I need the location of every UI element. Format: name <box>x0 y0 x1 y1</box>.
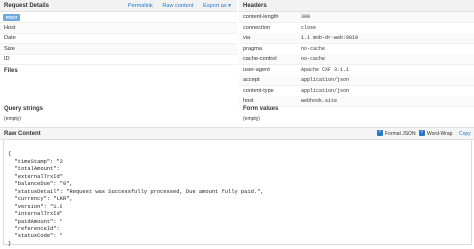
raw-content-title: Raw Content <box>4 131 41 137</box>
header-name: connection <box>243 24 271 31</box>
code-line: "currency": "LKR", <box>8 196 73 203</box>
header-value: application/json <box>301 87 350 94</box>
word-wrap-checkbox[interactable] <box>419 129 425 136</box>
id-label: ID <box>4 56 10 62</box>
form-values-title: Form values <box>243 106 279 112</box>
method-row: POST <box>0 12 237 23</box>
header-row: user-agent Apache CXF 3.1.1 <box>239 65 474 76</box>
header-row: connection close <box>239 23 474 34</box>
header-name: cache-control <box>243 56 277 62</box>
code-line: "balanceDue": "0", <box>8 181 73 188</box>
host-label: Host <box>4 24 16 31</box>
header-value: 309 <box>301 14 311 20</box>
form-values-value: (empty) <box>243 116 260 122</box>
code-line: "statusDetail": "Request was Successfull… <box>8 188 264 195</box>
header-value: webhook.site <box>301 98 338 104</box>
redaction-mask <box>62 203 134 243</box>
format-json-checkbox[interactable] <box>377 129 383 136</box>
header-name: pragma <box>243 45 262 52</box>
request-links: Permalink Raw content Export as ▾ <box>120 3 231 9</box>
code-line: "internalTrxId" <box>8 211 63 218</box>
code-line: "statusCode": " <box>8 233 63 240</box>
host-row: Host <box>0 22 237 34</box>
code-line: "version": "1.0", <box>8 203 70 210</box>
header-row: pragma no-cache <box>239 44 474 55</box>
header-name: content-length <box>243 14 279 20</box>
header-row: via 1.1 mob-dr-web:9010 <box>239 33 474 44</box>
headers-title: Headers <box>243 3 267 9</box>
raw-content-box: { "timeStamp": "2 "totalAmount": "extern… <box>3 139 472 248</box>
date-label: Date <box>4 35 16 41</box>
copy-link[interactable]: Copy <box>459 131 471 137</box>
header-value: no-cache <box>301 45 326 52</box>
raw-content-link[interactable]: Raw content <box>162 3 193 9</box>
code-line: "timeStamp": "2 <box>8 158 63 165</box>
size-row: Size <box>0 43 237 55</box>
headers-panel-header: Headers <box>239 0 474 12</box>
request-details-title: Request Details <box>4 3 50 9</box>
code-line: "totalAmount": <box>8 166 60 173</box>
header-value: no-cache <box>301 56 326 62</box>
id-row: ID <box>0 54 237 65</box>
code-line: "referenceId": " <box>8 225 67 232</box>
date-row: Date <box>0 33 237 44</box>
code-line: } <box>8 240 12 247</box>
header-name: host <box>243 98 254 104</box>
header-value: application/json <box>301 77 350 83</box>
header-value: Apache CXF 3.1.1 <box>301 66 350 73</box>
files-title: Files <box>4 68 18 74</box>
query-strings-title: Query strings <box>4 106 44 112</box>
code-line: "paidAmount": " <box>8 218 63 225</box>
word-wrap-label: Word-Wrap <box>427 131 453 137</box>
header-name: accept <box>243 77 260 83</box>
header-value: 1.1 mob-dr-web:9010 <box>301 35 359 41</box>
header-name: user-agent <box>243 66 270 73</box>
header-name: content-type <box>243 87 274 94</box>
permalink-link[interactable]: Permalink <box>128 3 153 9</box>
request-details-header: Request Details Permalink Raw content Ex… <box>0 0 237 12</box>
raw-json-code: { "timeStamp": "2 "totalAmount": "extern… <box>8 144 264 248</box>
query-strings-value: (empty) <box>4 116 21 122</box>
format-json-label: Format JSON <box>385 131 416 137</box>
method-badge: POST <box>3 13 21 21</box>
code-line: "externalTrxId" <box>8 173 63 180</box>
size-label: Size <box>4 45 15 52</box>
header-value: close <box>301 24 317 31</box>
header-name: via <box>243 35 251 41</box>
code-line: { <box>8 151 12 158</box>
header-row: content-type application/json <box>239 86 474 97</box>
header-row: cache-control no-cache <box>239 54 474 65</box>
export-as-dropdown[interactable]: Export as ▾ <box>203 3 231 9</box>
redaction-mask <box>62 167 134 173</box>
header-row: accept application/json <box>239 75 474 86</box>
header-row: content-length 309 <box>239 12 474 23</box>
redaction-mask <box>62 144 134 160</box>
